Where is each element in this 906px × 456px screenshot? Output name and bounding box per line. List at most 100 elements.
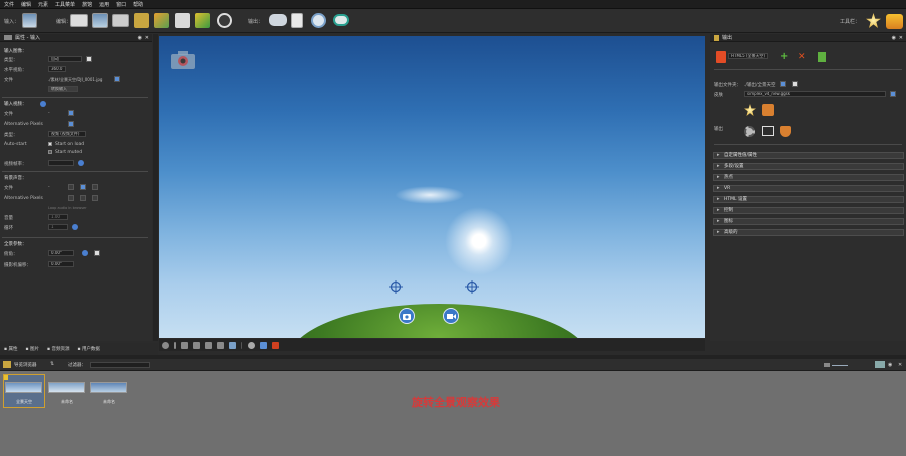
tab-properties[interactable]: ▪ 属性: [4, 346, 17, 352]
photo-hotspot-icon[interactable]: [399, 308, 415, 324]
large-thumb-icon[interactable]: [875, 361, 885, 368]
alt-pixels-open-icon[interactable]: [68, 121, 74, 127]
preview-monitor-icon[interactable]: [762, 126, 774, 136]
filter-select[interactable]: [90, 362, 150, 368]
menu-help[interactable]: 帮助: [133, 1, 143, 8]
close-icon[interactable]: ✕: [145, 35, 149, 41]
remove-output-icon[interactable]: ✕: [798, 52, 808, 62]
sort-icon[interactable]: ⇅: [50, 361, 54, 367]
puzzle-tiles-icon[interactable]: [134, 13, 149, 28]
close-icon[interactable]: ✕: [899, 35, 903, 41]
skin-editor-icon[interactable]: [744, 104, 756, 116]
sound-open-icon[interactable]: [80, 184, 86, 190]
panorama-viewport[interactable]: [159, 36, 705, 338]
patch-icon[interactable]: [205, 341, 212, 349]
start-on-load-checkbox[interactable]: [48, 142, 52, 146]
film-strip-icon[interactable]: [70, 14, 88, 27]
menu-tour[interactable]: 旅馆: [82, 1, 92, 8]
hotspot-crosshair-icon[interactable]: [465, 280, 479, 294]
frame-icon[interactable]: [181, 341, 188, 349]
tools-magic-icon[interactable]: [886, 14, 903, 29]
close-icon[interactable]: ✕: [898, 362, 902, 368]
float-icon[interactable]: ◉: [138, 35, 142, 41]
accordion-icons[interactable]: 图标: [713, 218, 904, 225]
camera-snapshot-icon[interactable]: [169, 48, 197, 70]
accordion-advanced[interactable]: 高级的: [713, 229, 904, 236]
skin-open-icon[interactable]: [890, 91, 896, 97]
loop-info-icon[interactable]: [72, 224, 78, 230]
tab-audio[interactable]: ▪ 音频资源: [47, 346, 69, 352]
record-icon[interactable]: [272, 341, 279, 349]
file-open-icon[interactable]: [114, 76, 120, 82]
menu-elements[interactable]: 元素: [38, 1, 48, 8]
thumb-image[interactable]: [90, 382, 127, 393]
tour-map-icon[interactable]: [112, 14, 129, 27]
output-format-select[interactable]: HTML5 (全景天空): [728, 53, 768, 59]
map-icon[interactable]: [195, 13, 210, 28]
volume-field[interactable]: 1.00: [48, 214, 68, 220]
fps-field[interactable]: [48, 160, 74, 166]
binoculars-icon[interactable]: [269, 14, 287, 26]
sound-play-icon[interactable]: [68, 184, 74, 190]
left-splitter[interactable]: [153, 34, 158, 341]
import-panorama-icon[interactable]: [22, 13, 37, 28]
video-type-select[interactable]: 视频 (视频文件): [48, 131, 86, 137]
accordion-hotspots[interactable]: 热点: [713, 174, 904, 181]
accordion-vr[interactable]: VR: [713, 185, 904, 192]
type-select[interactable]: 自动: [48, 56, 82, 62]
star-icon[interactable]: [866, 13, 881, 28]
output-folder-copy-icon[interactable]: [792, 81, 798, 87]
image-icon[interactable]: [229, 341, 236, 349]
float-icon[interactable]: ◉: [888, 362, 892, 368]
tilt-field[interactable]: 0.00°: [48, 250, 74, 256]
accordion-html-settings[interactable]: HTML 设置: [713, 196, 904, 203]
hfov-field[interactable]: 360.0: [48, 66, 66, 72]
type-info-icon[interactable]: [86, 56, 92, 62]
globe-icon[interactable]: [311, 13, 326, 28]
yaw-field[interactable]: 0.00°: [48, 261, 74, 267]
output-folder-open-icon[interactable]: [780, 81, 786, 87]
convert-input-button[interactable]: 转换输入: [48, 86, 78, 92]
hotspot-crosshair-icon[interactable]: [389, 280, 403, 294]
tilt-copy-icon[interactable]: [94, 250, 100, 256]
tilt-info-icon[interactable]: [82, 250, 88, 256]
video-hotspot-icon[interactable]: [443, 308, 459, 324]
ruler-icon[interactable]: [217, 341, 224, 349]
float-icon[interactable]: ◉: [892, 35, 896, 41]
menu-tools[interactable]: 工具菜单: [55, 1, 75, 8]
settings-gear-icon[interactable]: [744, 126, 755, 137]
hotspot-flag-icon[interactable]: [175, 13, 190, 28]
security-shield-icon[interactable]: [780, 126, 791, 137]
3d-cube-icon[interactable]: [154, 13, 169, 28]
menu-window[interactable]: 窗口: [116, 1, 126, 8]
menu-run[interactable]: 运用: [99, 1, 109, 8]
line-icon[interactable]: [193, 341, 200, 349]
tab-user-data[interactable]: ▪ 用户数据: [77, 346, 99, 352]
tab-images[interactable]: ▪ 图片: [25, 346, 38, 352]
skin-select[interactable]: simplex_v4_new.ggsk: [744, 91, 886, 97]
clipboard-icon[interactable]: [291, 13, 303, 28]
small-thumb-icon[interactable]: [824, 363, 830, 367]
eye-icon[interactable]: [333, 14, 349, 26]
fps-info-icon[interactable]: [78, 160, 84, 166]
start-muted-checkbox[interactable]: [48, 150, 52, 154]
sound-alt-edit-icon[interactable]: [92, 195, 98, 201]
thumb-image[interactable]: [48, 382, 85, 393]
thumb-size-slider[interactable]: [832, 365, 848, 366]
sound-edit-icon[interactable]: [92, 184, 98, 190]
rotate-icon[interactable]: [162, 341, 169, 349]
skin-tools-icon[interactable]: [762, 104, 774, 116]
sound-alt-open-icon[interactable]: [80, 195, 86, 201]
view-mode-icon[interactable]: [260, 341, 267, 349]
accordion-multires[interactable]: 多段/设置: [713, 163, 904, 170]
accordion-custom-properties[interactable]: 自定属性值/属性: [713, 152, 904, 159]
menu-edit[interactable]: 编辑: [21, 1, 31, 8]
loop-field[interactable]: 1: [48, 224, 68, 230]
crosshair-icon[interactable]: [248, 341, 255, 349]
video-open-icon[interactable]: [68, 110, 74, 116]
sound-alt-play-icon[interactable]: [68, 195, 74, 201]
info-icon[interactable]: [40, 101, 46, 107]
accordion-control[interactable]: 控制: [713, 207, 904, 214]
add-output-icon[interactable]: +: [780, 52, 790, 62]
film-reel-icon[interactable]: [217, 13, 232, 28]
